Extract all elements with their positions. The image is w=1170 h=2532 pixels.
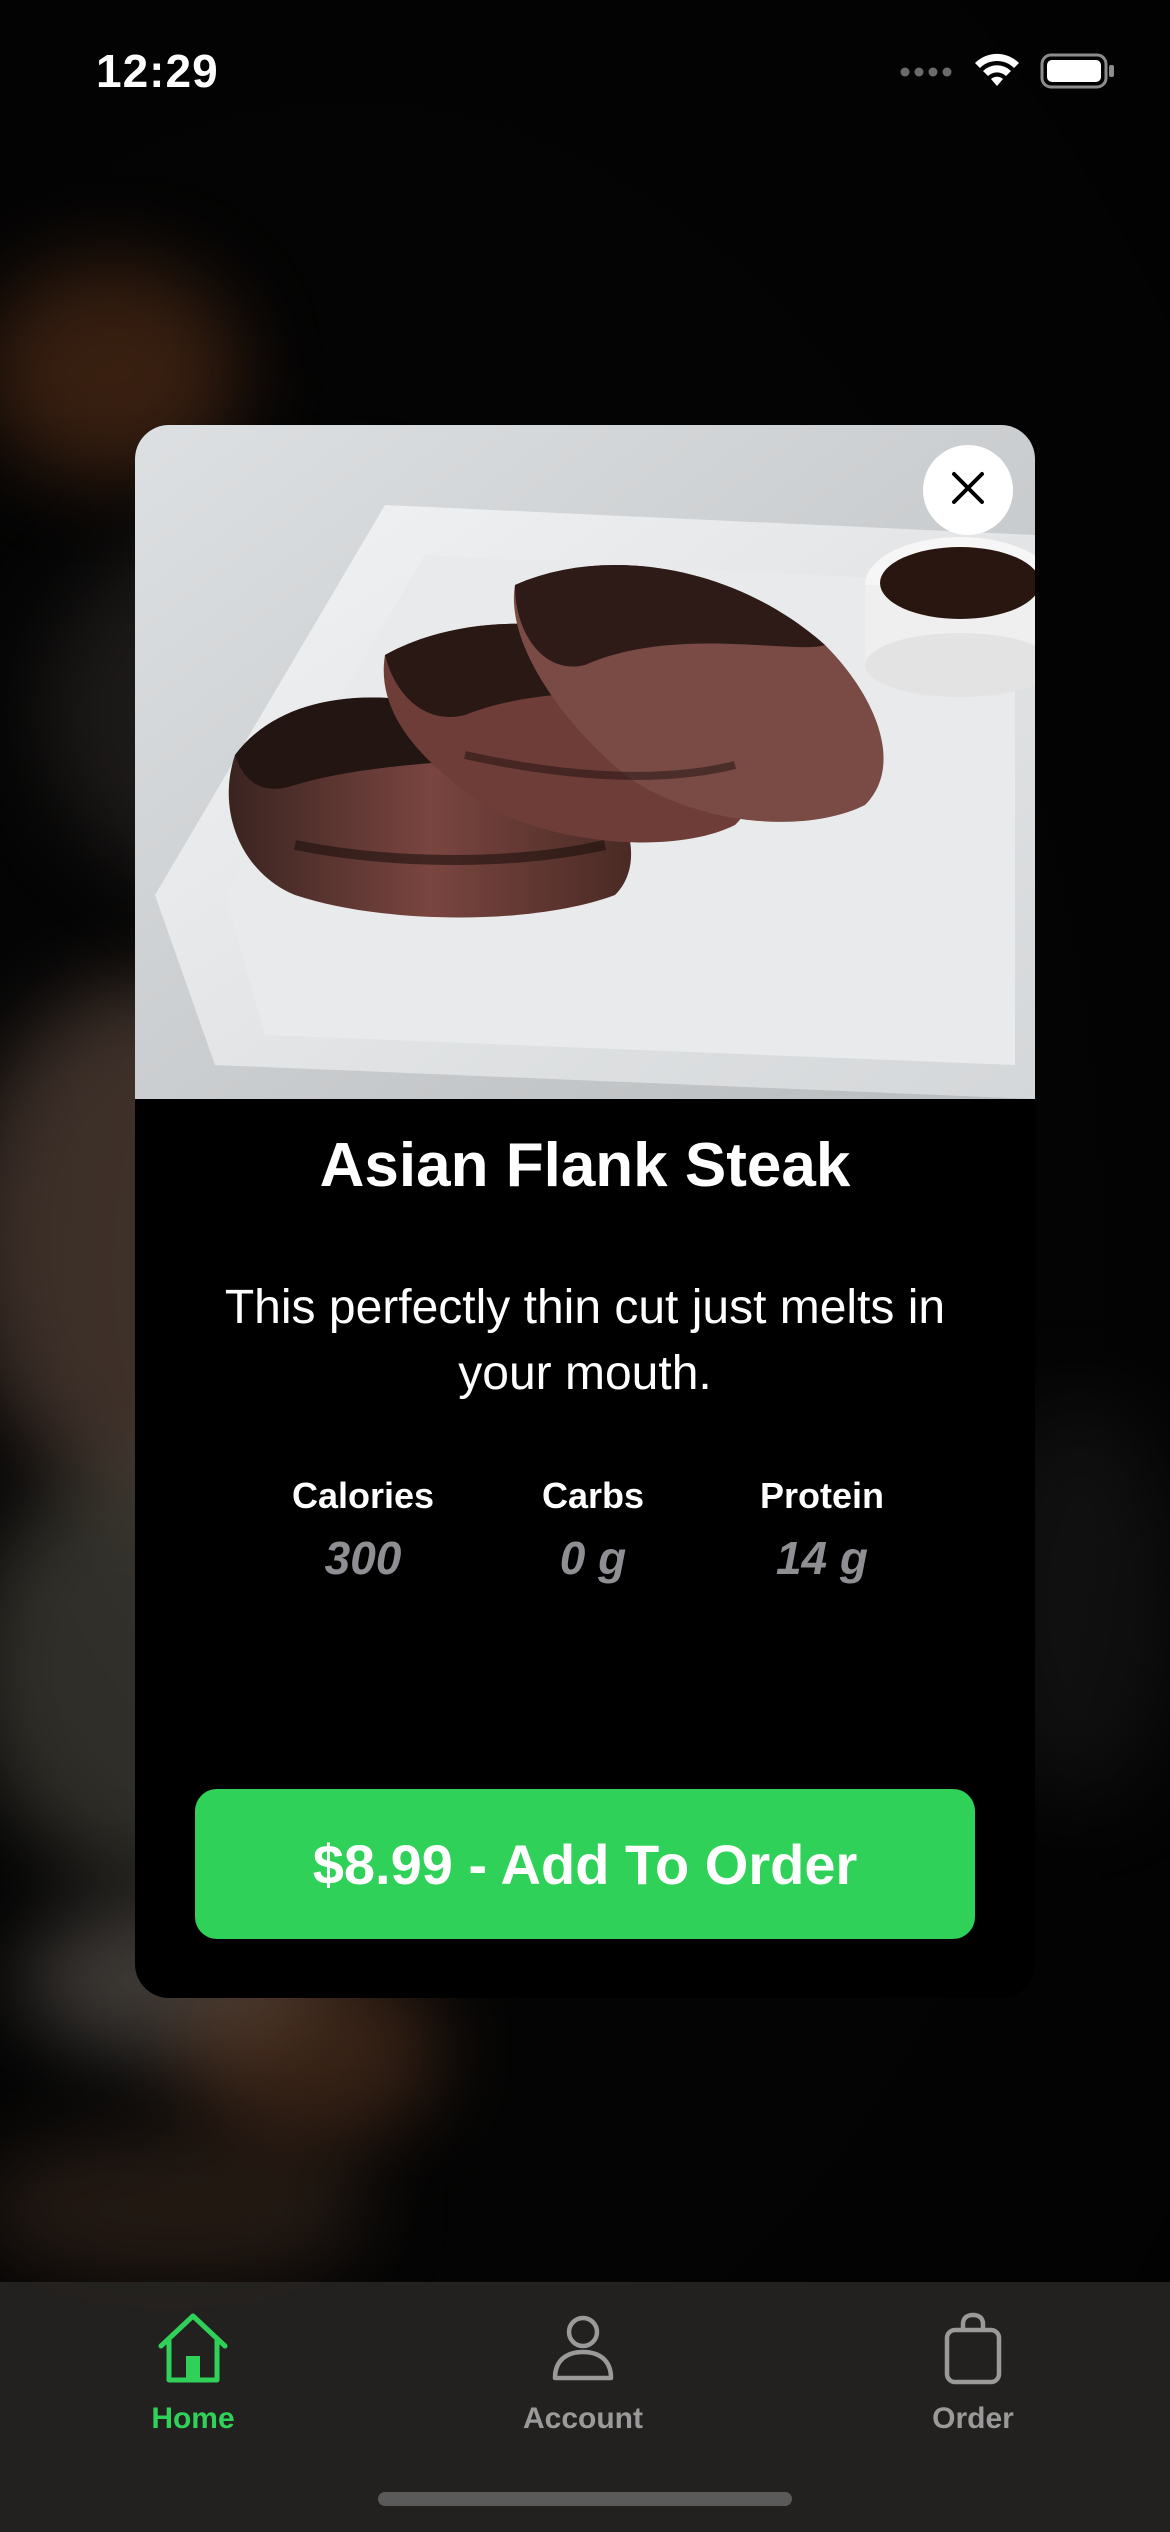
home-icon xyxy=(73,2308,313,2388)
nutrition-label: Protein xyxy=(759,1475,884,1516)
add-to-order-button[interactable]: $8.99 - Add To Order xyxy=(195,1789,975,1939)
dish-image xyxy=(135,425,1035,1099)
status-time: 12:29 xyxy=(96,45,219,97)
home-indicator[interactable] xyxy=(378,2492,792,2506)
close-icon xyxy=(950,470,986,511)
nutrition-value: 14 g xyxy=(775,1532,869,1584)
nutrition-facts: Calories 300 Carbs 0 g Protein 14 g xyxy=(135,1475,1035,1615)
battery-icon xyxy=(1040,53,1116,94)
nutrition-label: Carbs xyxy=(541,1475,645,1516)
status-bar: 12:29 xyxy=(0,0,1170,140)
nutrition-value: 0 g xyxy=(559,1532,627,1584)
tab-label: Order xyxy=(932,2402,1014,2435)
wifi-icon xyxy=(972,52,1022,95)
tab-order[interactable]: Order xyxy=(853,2308,1093,2458)
dish-title: Asian Flank Steak xyxy=(319,1131,851,1200)
person-icon xyxy=(463,2308,703,2388)
dish-description: This perfectly thin cut just melts in yo… xyxy=(224,1281,946,1400)
nutrition-label: Calories xyxy=(291,1475,435,1516)
status-icons xyxy=(900,52,1116,95)
app-screen: 12:29 Asian Flank Steak This perfectly t… xyxy=(0,0,1170,2532)
nutrition-calories: Calories 300 xyxy=(243,1475,483,1585)
cellular-dots-icon xyxy=(900,64,954,83)
close-button[interactable] xyxy=(923,445,1013,535)
tab-label: Home xyxy=(151,2402,235,2435)
nutrition-carbs: Carbs 0 g xyxy=(473,1475,713,1585)
tab-home[interactable]: Home xyxy=(73,2308,313,2458)
product-detail-modal: Asian Flank Steak This perfectly thin cu… xyxy=(135,425,1035,1998)
tab-label: Account xyxy=(523,2402,643,2435)
nutrition-value: 300 xyxy=(324,1532,402,1584)
shopping-bag-icon xyxy=(853,2308,1093,2388)
nutrition-protein: Protein 14 g xyxy=(702,1475,942,1585)
tab-account[interactable]: Account xyxy=(463,2308,703,2458)
